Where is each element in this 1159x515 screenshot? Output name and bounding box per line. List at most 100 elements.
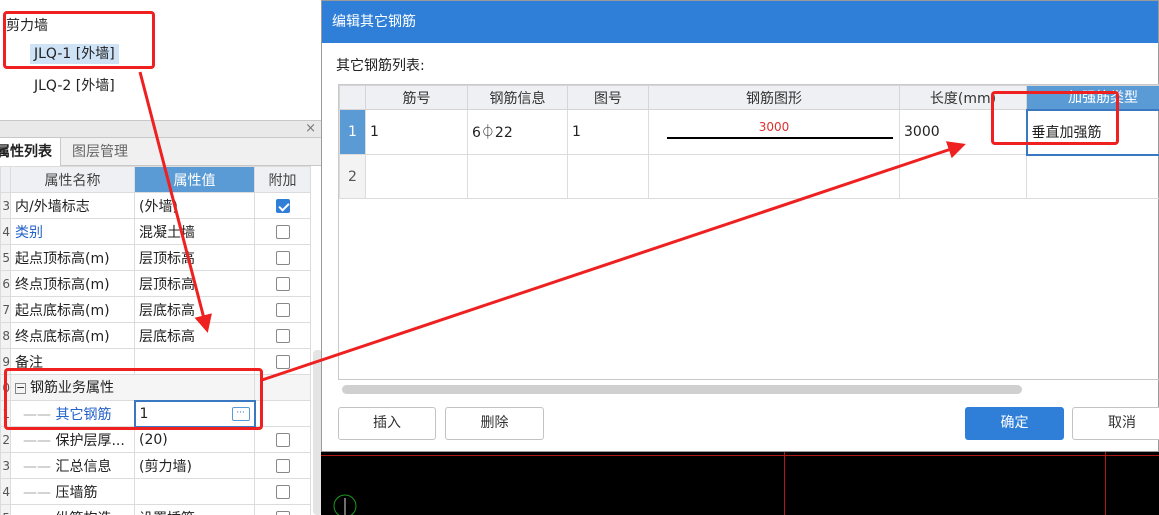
additional-cell	[254, 374, 311, 401]
property-name: —— 其它钢筋	[10, 400, 135, 427]
table-row[interactable]: 3 内/外墙标志 (外墙)	[0, 192, 311, 219]
property-value[interactable]: 层底标高	[134, 296, 255, 323]
row-index: 5	[0, 244, 11, 271]
row-index: 3	[0, 192, 11, 219]
property-name: 起点顶标高(m)	[10, 244, 135, 271]
ok-button[interactable]: 确定	[965, 407, 1064, 440]
additional-cell	[254, 270, 311, 297]
table-row[interactable]: 5 起点顶标高(m) 层顶标高	[0, 244, 311, 271]
property-value[interactable]: 混凝土墙	[134, 218, 255, 245]
bar-number-cell[interactable]: 1	[365, 109, 468, 155]
property-name: 起点底标高(m)	[10, 296, 135, 323]
property-value[interactable]: 层底标高	[134, 322, 255, 349]
tab-layers[interactable]: 图层管理	[64, 138, 136, 166]
property-value[interactable]: 层顶标高	[134, 244, 255, 271]
horizontal-scrollbar[interactable]	[342, 385, 1022, 394]
table-row[interactable]: 1 —— 其它钢筋 1 ···	[0, 399, 311, 428]
row-number[interactable]: 1	[339, 109, 366, 155]
drawing-canvas[interactable]	[321, 452, 1159, 515]
checkbox[interactable]	[275, 510, 290, 515]
figure-number-cell[interactable]	[567, 154, 649, 199]
more-options-icon[interactable]: ···	[231, 406, 250, 421]
insert-button[interactable]: 插入	[338, 407, 436, 440]
axis-marker-icon	[333, 494, 357, 515]
cancel-button[interactable]: 取消	[1072, 407, 1159, 440]
panel-header: ×	[0, 120, 322, 138]
checkbox[interactable]	[275, 354, 290, 369]
property-value[interactable]: (外墙)	[134, 192, 255, 219]
tab-properties[interactable]: 属性列表	[0, 138, 61, 166]
row-index: 4	[0, 478, 11, 505]
column-additional: 附加	[254, 166, 311, 193]
table-row[interactable]: 4 —— 压墙筋	[0, 478, 311, 505]
column-bar-shape: 钢筋图形	[648, 85, 900, 110]
table-row[interactable]: 5—— 纵筋构造设置插筋	[0, 504, 311, 515]
row-index: 2	[0, 426, 11, 453]
property-value[interactable]	[134, 478, 255, 505]
checkbox[interactable]	[275, 328, 290, 343]
straight-bar-icon	[667, 137, 893, 139]
tree-root[interactable]: 剪力墙	[6, 14, 48, 38]
reinforcement-type-cell[interactable]: 垂直加强筋	[1025, 108, 1159, 156]
table-row[interactable]: 2 —— 保护层厚... (20)	[0, 426, 311, 453]
left-panel: 剪力墙 JLQ-1 [外墙] JLQ-2 [外墙] × 属性列表 图层管理 属性…	[0, 0, 330, 515]
checkbox[interactable]	[275, 198, 290, 213]
table-row[interactable]: 4 类别 混凝土墙	[0, 218, 311, 245]
checkbox[interactable]	[275, 276, 290, 291]
row-number-header	[339, 85, 366, 110]
tree-item-jlq2[interactable]: JLQ-2 [外墙]	[34, 74, 115, 98]
property-value[interactable]: (剪力墙)	[134, 452, 255, 479]
property-value-edit[interactable]: 1 ···	[133, 399, 256, 428]
length-cell[interactable]	[899, 154, 1027, 199]
bar-number-cell[interactable]	[365, 154, 468, 199]
row-number[interactable]: 2	[339, 154, 366, 199]
table-row[interactable]: 6 终点顶标高(m) 层顶标高	[0, 270, 311, 297]
table-row[interactable]: 2	[339, 154, 1159, 199]
delete-button[interactable]: 删除	[445, 407, 544, 440]
figure-number-cell[interactable]: 1	[567, 109, 649, 155]
table-row[interactable]: 1 1 6⏀22 1 3000 3000 垂直加强筋	[339, 108, 1159, 156]
property-name: —— 纵筋构造	[10, 504, 135, 515]
checkbox[interactable]	[275, 302, 290, 317]
property-name: 备注	[10, 348, 135, 375]
row-index: 8	[0, 322, 11, 349]
table-row[interactable]: 9 备注	[0, 348, 311, 375]
table-row[interactable]: 8 终点底标高(m) 层底标高	[0, 322, 311, 349]
checkbox[interactable]	[275, 250, 290, 265]
tree-item-jlq1[interactable]: JLQ-1 [外墙]	[30, 42, 119, 66]
grid-line	[321, 455, 1159, 456]
bar-shape-cell[interactable]: 3000	[648, 109, 900, 155]
property-name: 终点底标高(m)	[10, 322, 135, 349]
additional-cell	[254, 296, 311, 323]
column-bar-info: 钢筋信息	[467, 85, 568, 110]
bar-info-cell[interactable]	[467, 154, 568, 199]
column-bar-number: 筋号	[365, 85, 468, 110]
row-index: 0	[0, 374, 11, 401]
additional-cell	[254, 426, 311, 453]
table-row[interactable]: 3 —— 汇总信息 (剪力墙)	[0, 452, 311, 479]
property-value[interactable]: 设置插筋	[134, 504, 255, 515]
additional-cell	[254, 452, 311, 479]
reinforcement-type-cell[interactable]	[1026, 154, 1159, 199]
row-index: 4	[0, 218, 11, 245]
column-figure-number: 图号	[567, 85, 649, 110]
property-value[interactable]: (20)	[134, 426, 255, 453]
column-reinforcement-type: 加强筋类型	[1026, 85, 1159, 110]
close-icon[interactable]: ×	[305, 121, 316, 137]
checkbox[interactable]	[275, 484, 290, 499]
bar-info-cell[interactable]: 6⏀22	[467, 109, 568, 155]
bar-shape-cell[interactable]	[648, 154, 900, 199]
property-value[interactable]: 层顶标高	[134, 270, 255, 297]
collapse-icon[interactable]: −	[15, 382, 26, 394]
property-value[interactable]	[134, 348, 255, 375]
additional-cell	[254, 322, 311, 349]
checkbox[interactable]	[275, 432, 290, 447]
table-row[interactable]: 0− 钢筋业务属性	[0, 374, 311, 401]
checkbox[interactable]	[275, 224, 290, 239]
length-cell[interactable]: 3000	[899, 109, 1027, 155]
rebar-grid: 筋号 钢筋信息 图号 钢筋图形 长度(mm) 加强筋类型 1 1 6⏀22 1 …	[338, 84, 1159, 380]
checkbox[interactable]	[275, 458, 290, 473]
group-name[interactable]: − 钢筋业务属性	[10, 374, 255, 401]
table-row[interactable]: 7 起点底标高(m) 层底标高	[0, 296, 311, 323]
additional-cell	[254, 504, 311, 515]
